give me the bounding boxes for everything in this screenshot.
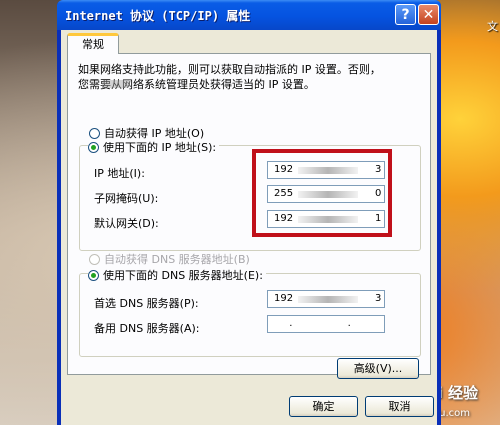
highlight-annotation <box>252 149 392 237</box>
help-button[interactable]: ? <box>395 4 416 25</box>
intro-line-1: 如果网络支持此功能，则可以获取自动指派的 IP 设置。否则， <box>78 63 381 76</box>
auto-ip-radio[interactable] <box>89 127 100 139</box>
auto-dns-label: 自动获得 DNS 服务器地址(B) <box>104 253 250 266</box>
alternate-dns-label: 备用 DNS 服务器(A): <box>94 322 200 335</box>
intro-text: 如果网络支持此功能，则可以获取自动指派的 IP 设置。否则， 您需要从网络系统管… <box>78 62 418 92</box>
subnet-mask-label: 子网掩码(U): <box>94 192 159 205</box>
blur-mask <box>102 80 130 88</box>
ip-address-label: IP 地址(I): <box>94 167 145 180</box>
preferred-dns-octet-1: 192 <box>274 293 294 304</box>
manual-ip-option[interactable]: 使用下面的 IP 地址(S): <box>88 139 220 155</box>
manual-dns-option[interactable]: 使用下面的 DNS 服务器地址(E): <box>88 267 266 283</box>
desktop-icon-label[interactable]: 文 <box>487 18 498 34</box>
window-title: Internet 协议 (TCP/IP) 属性 <box>65 9 251 23</box>
auto-dns-option[interactable]: 自动获得 DNS 服务器地址(B) <box>89 251 253 267</box>
cancel-button[interactable]: 取消 <box>365 396 434 417</box>
preferred-dns-octet-4: 3 <box>375 293 382 304</box>
preferred-dns-input[interactable]: 192 3 <box>267 290 385 308</box>
alternate-dns-dots: . . . <box>289 318 377 329</box>
manual-dns-radio[interactable] <box>88 269 99 281</box>
dialog-client-area: 常规 如果网络支持此功能，则可以获取自动指派的 IP 设置。否则， 您需要从网络… <box>61 30 437 425</box>
title-bar[interactable]: Internet 协议 (TCP/IP) 属性 ? ✕ <box>57 0 441 30</box>
auto-dns-radio[interactable] <box>89 253 100 265</box>
close-button[interactable]: ✕ <box>418 4 439 25</box>
preferred-dns-label: 首选 DNS 服务器(P): <box>94 297 199 310</box>
manual-dns-label: 使用下面的 DNS 服务器地址(E): <box>103 269 263 282</box>
advanced-button[interactable]: 高级(V)... <box>337 358 419 379</box>
alternate-dns-input[interactable]: . . . <box>267 315 385 333</box>
preferred-dns-blur <box>298 296 358 303</box>
ok-button[interactable]: 确定 <box>289 396 358 417</box>
tab-general[interactable]: 常规 <box>67 33 119 54</box>
manual-ip-label: 使用下面的 IP 地址(S): <box>103 141 217 154</box>
manual-ip-radio[interactable] <box>88 141 99 153</box>
default-gateway-label: 默认网关(D): <box>94 217 159 230</box>
tcpip-properties-dialog: Internet 协议 (TCP/IP) 属性 ? ✕ 常规 如果网络支持此功能… <box>57 0 441 425</box>
